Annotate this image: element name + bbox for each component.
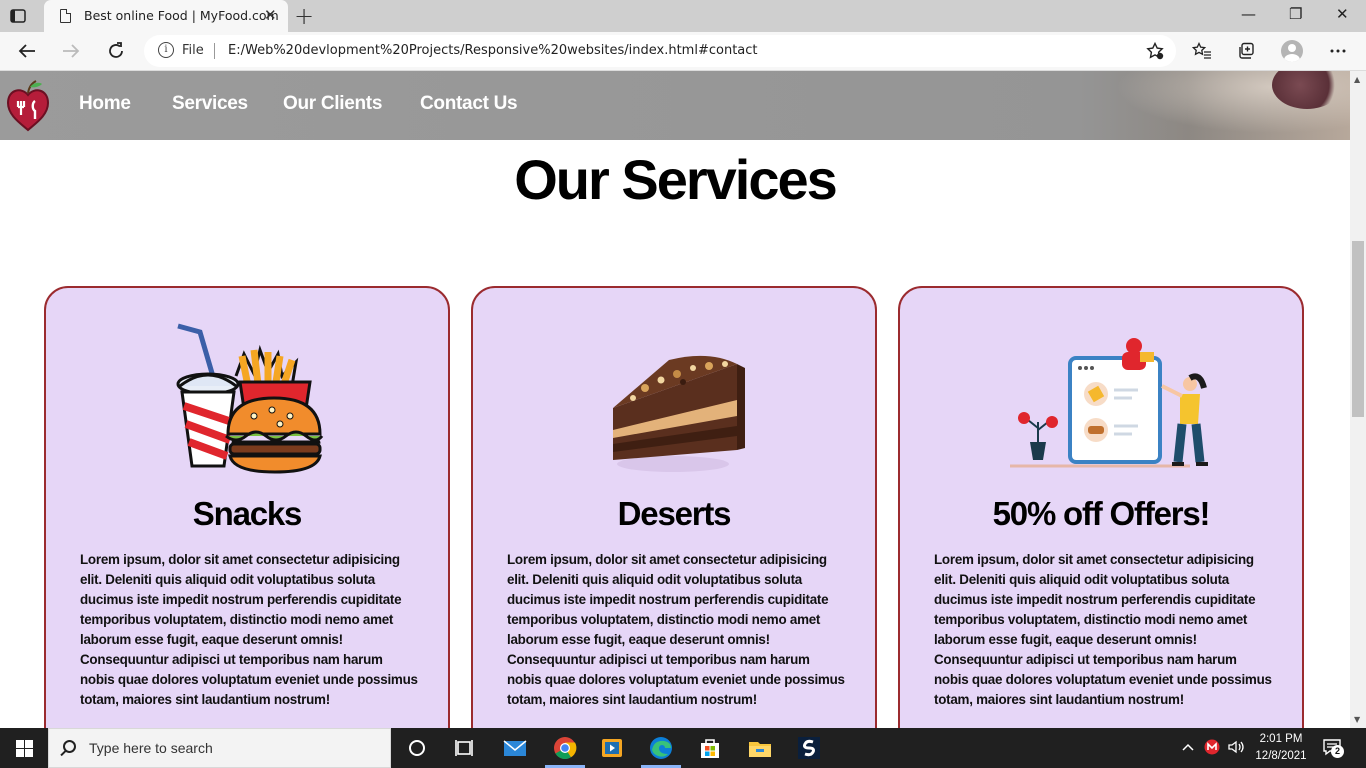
tab-actions-icon[interactable] — [10, 8, 26, 24]
task-view-icon[interactable] — [450, 734, 478, 762]
chrome-icon[interactable] — [551, 734, 579, 762]
scroll-down-arrow-icon[interactable]: ▼ — [1354, 715, 1360, 724]
antivirus-tray-icon[interactable] — [1204, 739, 1220, 755]
file-explorer-icon[interactable] — [746, 734, 774, 762]
search-icon — [63, 740, 76, 753]
myfood-logo[interactable] — [5, 75, 51, 133]
add-favorite-icon[interactable] — [1146, 42, 1164, 60]
nav-clients-link[interactable]: Our Clients — [283, 93, 382, 115]
tab-close-icon[interactable]: ✕ — [264, 6, 277, 24]
refresh-icon[interactable] — [107, 42, 125, 60]
services-title: Our Services — [514, 148, 838, 211]
card-description: Lorem ipsum, dolor sit amet consectetur … — [80, 552, 418, 707]
address-scheme: File — [182, 43, 204, 58]
edge-icon[interactable] — [647, 734, 675, 762]
page-icon — [60, 9, 71, 23]
card-heading: Snacks — [192, 495, 303, 532]
address-bar[interactable]: i File E:/Web%20devlopment%20Projects/Re… — [144, 35, 1176, 67]
service-card-snacks: Snacks Lorem ipsum, dolor sit amet conse… — [44, 286, 450, 728]
service-card-offers: 50% off Offers! Lorem ipsum, dolor sit a… — [898, 286, 1304, 728]
card-heading: Deserts — [617, 495, 732, 532]
taskbar-search-box[interactable]: Type here to search — [48, 728, 391, 768]
site-navbar: Home Services Our Clients Contact Us — [0, 71, 1350, 141]
clock-time: 2:01 PM — [1259, 733, 1303, 745]
card-description: Lorem ipsum, dolor sit amet consectetur … — [934, 552, 1272, 707]
windows-start-icon[interactable] — [16, 740, 33, 757]
nav-services-link[interactable]: Services — [172, 93, 248, 115]
collections-icon[interactable] — [1237, 42, 1255, 60]
minimize-button[interactable]: — — [1241, 5, 1256, 23]
media-player-icon[interactable] — [598, 734, 626, 762]
s-app-icon[interactable] — [795, 734, 823, 762]
taskbar-clock[interactable]: 2:01 PM 12/8/2021 — [1252, 731, 1310, 765]
address-divider — [214, 43, 215, 59]
scrollbar-thumb[interactable] — [1352, 241, 1364, 417]
browser-tab-strip: Best online Food | MyFood.com ✕ + — ❐ ✕ — [0, 0, 1366, 32]
cortana-icon[interactable] — [403, 734, 431, 762]
favorites-icon[interactable] — [1192, 42, 1212, 60]
forward-arrow-icon[interactable] — [62, 43, 80, 59]
nav-contact-link[interactable]: Contact Us — [420, 93, 518, 115]
clock-date: 12/8/2021 — [1255, 750, 1307, 762]
search-placeholder: Type here to search — [89, 740, 213, 756]
restore-button[interactable]: ❐ — [1289, 5, 1302, 23]
store-icon[interactable] — [696, 734, 724, 762]
mail-icon[interactable] — [501, 734, 529, 762]
windows-taskbar: Type here to search 2:01 PM 12/8/2021 2 — [0, 728, 1366, 768]
show-hidden-icons-icon[interactable] — [1182, 743, 1194, 751]
more-options-icon[interactable] — [1330, 49, 1346, 53]
volume-icon[interactable] — [1227, 739, 1245, 755]
online-order-illustration — [1010, 338, 1208, 468]
tab-title: Best online Food | MyFood.com — [84, 8, 279, 23]
new-tab-button[interactable]: + — [294, 2, 314, 30]
back-arrow-icon[interactable] — [18, 43, 36, 59]
snacks-illustration — [176, 323, 324, 474]
browser-toolbar: i File E:/Web%20devlopment%20Projects/Re… — [0, 32, 1366, 71]
card-heading: 50% off Offers! — [992, 495, 1211, 532]
site-info-icon[interactable]: i — [158, 42, 174, 58]
nav-home-link[interactable]: Home — [79, 93, 131, 115]
window-close-button[interactable]: ✕ — [1336, 5, 1349, 23]
address-url[interactable]: E:/Web%20devlopment%20Projects/Responsiv… — [228, 43, 758, 58]
scroll-up-arrow-icon[interactable]: ▲ — [1354, 75, 1360, 84]
profile-avatar[interactable] — [1281, 40, 1303, 62]
page-scrollbar[interactable]: ▲ ▼ — [1350, 71, 1366, 728]
browser-tab[interactable]: Best online Food | MyFood.com ✕ — [44, 0, 288, 32]
cake-slice-photo — [613, 355, 745, 472]
service-card-deserts: Deserts Lorem ipsum, dolor sit amet cons… — [471, 286, 877, 728]
card-description: Lorem ipsum, dolor sit amet consectetur … — [507, 552, 845, 707]
notification-count-badge: 2 — [1331, 745, 1344, 758]
page-viewport: Home Services Our Clients Contact Us Our… — [0, 71, 1350, 728]
action-center-icon[interactable]: 2 — [1322, 738, 1344, 758]
